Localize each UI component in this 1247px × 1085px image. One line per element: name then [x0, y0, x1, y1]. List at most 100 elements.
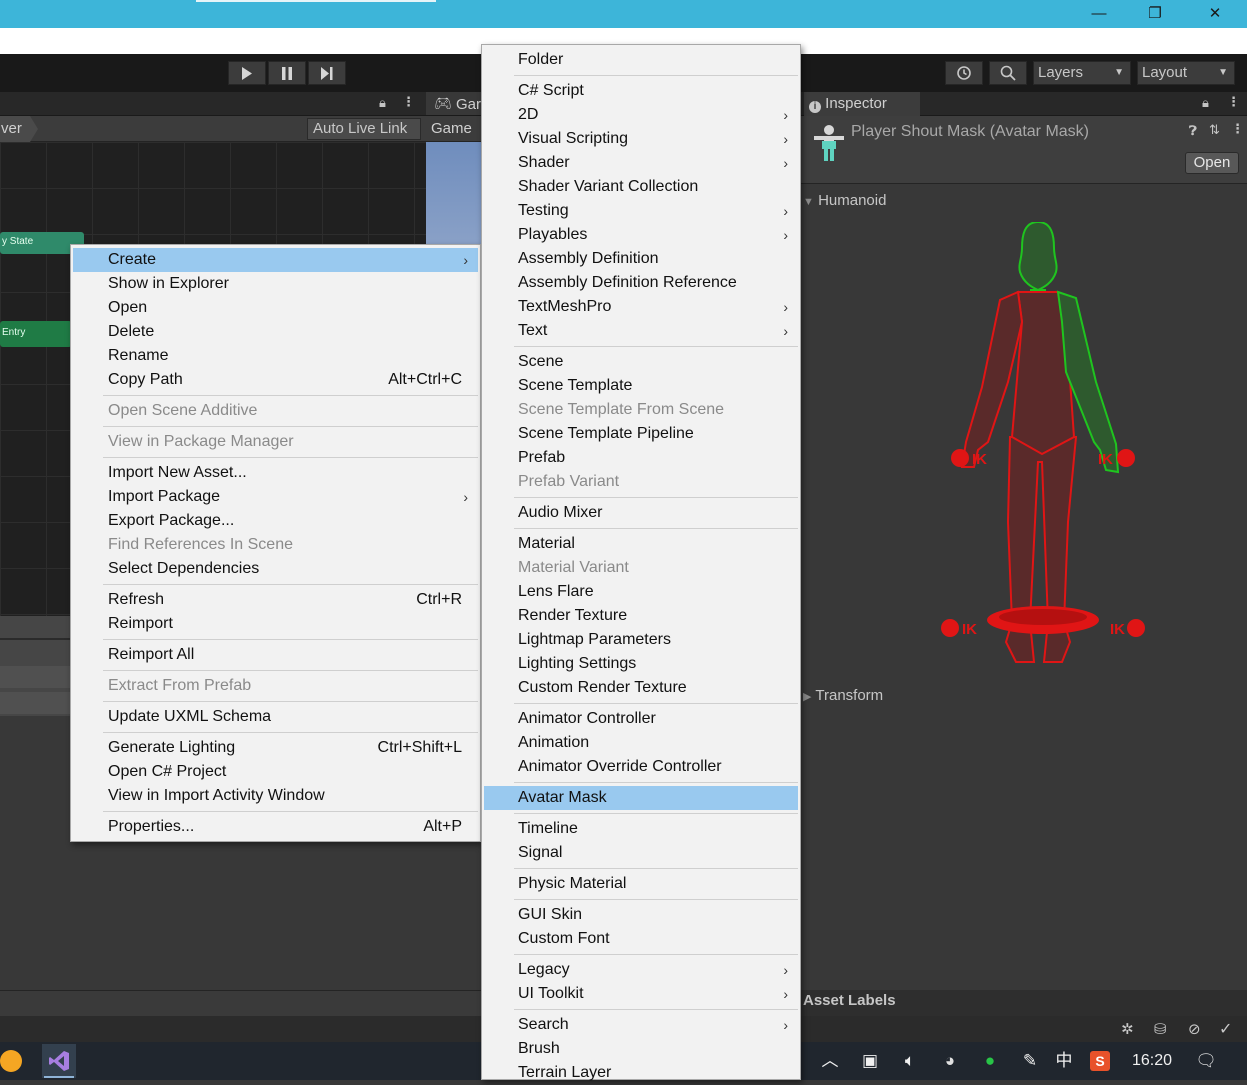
pause-button[interactable] [268, 61, 306, 85]
menu-item-physic-material[interactable]: Physic Material [484, 872, 798, 896]
menu-item-export-package[interactable]: Export Package... [73, 509, 478, 533]
menu-item-view-in-import-activity-window[interactable]: View in Import Activity Window [73, 784, 478, 808]
entry-node[interactable]: Entry [0, 321, 72, 347]
play-button[interactable] [228, 61, 266, 85]
menu-item-reimport-all[interactable]: Reimport All [73, 643, 478, 667]
menu-item-assembly-definition-reference[interactable]: Assembly Definition Reference [484, 271, 798, 295]
menu-item-terrain-layer[interactable]: Terrain Layer [484, 1061, 798, 1085]
game-tab[interactable]: 🎮︎ Gar [426, 92, 481, 116]
ik-left-hand-dot[interactable] [951, 449, 969, 467]
menu-item-show-in-explorer[interactable]: Show in Explorer [73, 272, 478, 296]
menu-item-animator-override-controller[interactable]: Animator Override Controller [484, 755, 798, 779]
more-options-icon[interactable]: ⋮ [1231, 121, 1244, 137]
layout-dropdown[interactable]: Layout ▼ [1137, 61, 1235, 85]
volume-icon[interactable]: 🔈︎ [898, 1042, 922, 1080]
ik-right-hand-dot[interactable] [1117, 449, 1135, 467]
menu-item-properties[interactable]: Properties... Alt+P [73, 815, 478, 839]
auto-live-link-button[interactable]: Auto Live Link [307, 118, 421, 140]
head-region[interactable] [1018, 222, 1058, 292]
menu-item-signal[interactable]: Signal [484, 841, 798, 865]
menu-item-2d[interactable]: 2D › [484, 103, 798, 127]
lock-icon[interactable]: 🔒︎ [1202, 95, 1209, 111]
ik-right-foot-dot[interactable] [1127, 619, 1145, 637]
menu-item-render-texture[interactable]: Render Texture [484, 604, 798, 628]
menu-item-textmeshpro[interactable]: TextMeshPro › [484, 295, 798, 319]
menu-item-delete[interactable]: Delete [73, 320, 478, 344]
menu-item-gui-skin[interactable]: GUI Skin [484, 903, 798, 927]
menu-item-import-package[interactable]: Import Package › [73, 485, 478, 509]
menu-item-rename[interactable]: Rename [73, 344, 478, 368]
network-icon[interactable]: ⊘ [1188, 1020, 1201, 1038]
menu-item-scene-template-pipeline[interactable]: Scene Template Pipeline [484, 422, 798, 446]
menu-item-shader-variant-collection[interactable]: Shader Variant Collection [484, 175, 798, 199]
asset-labels-bar[interactable]: Asset Labels [800, 990, 1247, 1016]
preset-icon[interactable]: ⇅ [1209, 122, 1220, 138]
menu-item-legacy[interactable]: Legacy › [484, 958, 798, 982]
menu-item-open-c-project[interactable]: Open C# Project [73, 760, 478, 784]
menu-item-c-script[interactable]: C# Script [484, 79, 798, 103]
menu-item-scene[interactable]: Scene [484, 350, 798, 374]
menu-item-shader[interactable]: Shader › [484, 151, 798, 175]
tray-expand-icon[interactable]: ︿ [818, 1042, 842, 1080]
menu-item-animation[interactable]: Animation [484, 731, 798, 755]
more-options-icon[interactable]: ⋮ [1227, 94, 1240, 110]
animator-graph-area[interactable] [0, 142, 426, 246]
menu-item-playables[interactable]: Playables › [484, 223, 798, 247]
menu-item-lightmap-parameters[interactable]: Lightmap Parameters [484, 628, 798, 652]
menu-item-search[interactable]: Search › [484, 1013, 798, 1037]
check-icon[interactable]: ✓ [1219, 1019, 1232, 1039]
step-button[interactable] [308, 61, 346, 85]
ik-left-foot-dot[interactable] [941, 619, 959, 637]
qq-icon[interactable]: ◕ [938, 1042, 962, 1080]
menu-item-avatar-mask[interactable]: Avatar Mask [484, 786, 798, 810]
menu-item-generate-lighting[interactable]: Generate Lighting Ctrl+Shift+L [73, 736, 478, 760]
menu-item-brush[interactable]: Brush [484, 1037, 798, 1061]
visual-studio-app-icon[interactable] [42, 1044, 76, 1078]
sogou-icon[interactable]: S [1088, 1042, 1112, 1080]
humanoid-foldout[interactable]: ▼ Humanoid [803, 192, 886, 209]
pen-icon[interactable]: ✎ [1018, 1042, 1042, 1080]
humanoid-body-diagram[interactable]: IK IK IK IK [938, 222, 1148, 672]
help-icon[interactable]: ❓︎ [1189, 123, 1197, 139]
menu-item-import-new-asset[interactable]: Import New Asset... [73, 461, 478, 485]
menu-item-scene-template[interactable]: Scene Template [484, 374, 798, 398]
menu-item-ui-toolkit[interactable]: UI Toolkit › [484, 982, 798, 1006]
menu-item-update-uxml-schema[interactable]: Update UXML Schema [73, 705, 478, 729]
menu-item-assembly-definition[interactable]: Assembly Definition [484, 247, 798, 271]
wechat-icon[interactable]: ● [978, 1042, 1002, 1080]
browser-app-icon[interactable] [0, 1050, 22, 1072]
notification-icon[interactable]: 🗨︎ [1192, 1042, 1220, 1080]
transform-foldout[interactable]: ▶ Transform [803, 687, 883, 704]
ime-indicator[interactable]: 中 [1052, 1042, 1076, 1080]
layers-dropdown[interactable]: Layers ▼ [1033, 61, 1131, 85]
lock-icon[interactable]: 🔒︎ [379, 95, 386, 111]
debug-icon[interactable]: ✲ [1121, 1020, 1134, 1038]
menu-item-create[interactable]: Create › [73, 248, 478, 272]
game-display-label[interactable]: Game [431, 120, 472, 137]
menu-item-lens-flare[interactable]: Lens Flare [484, 580, 798, 604]
menu-item-refresh[interactable]: Refresh Ctrl+R [73, 588, 478, 612]
animator-graph-area-lower[interactable] [0, 246, 72, 616]
menu-item-custom-font[interactable]: Custom Font [484, 927, 798, 951]
menu-item-prefab[interactable]: Prefab [484, 446, 798, 470]
menu-item-custom-render-texture[interactable]: Custom Render Texture [484, 676, 798, 700]
menu-item-select-dependencies[interactable]: Select Dependencies [73, 557, 478, 581]
cache-icon[interactable]: ⛁ [1154, 1020, 1167, 1038]
tab-inspector[interactable]: i Inspector [804, 92, 920, 117]
menu-item-text[interactable]: Text › [484, 319, 798, 343]
menu-item-material[interactable]: Material [484, 532, 798, 556]
menu-item-audio-mixer[interactable]: Audio Mixer [484, 501, 798, 525]
menu-item-folder[interactable]: Folder [484, 48, 798, 72]
close-button[interactable]: ✕ [1192, 0, 1238, 28]
history-button[interactable] [945, 61, 983, 85]
menu-item-lighting-settings[interactable]: Lighting Settings [484, 652, 798, 676]
menu-item-animator-controller[interactable]: Animator Controller [484, 707, 798, 731]
menu-item-reimport[interactable]: Reimport [73, 612, 478, 636]
open-button[interactable]: Open [1185, 152, 1239, 174]
more-options-icon[interactable]: ⋮ [402, 94, 415, 110]
meet-now-icon[interactable]: ▣ [858, 1042, 882, 1080]
clock[interactable]: 16:20 [1124, 1042, 1180, 1080]
breadcrumb[interactable]: ver [0, 116, 38, 142]
search-button[interactable] [989, 61, 1027, 85]
menu-item-visual-scripting[interactable]: Visual Scripting › [484, 127, 798, 151]
